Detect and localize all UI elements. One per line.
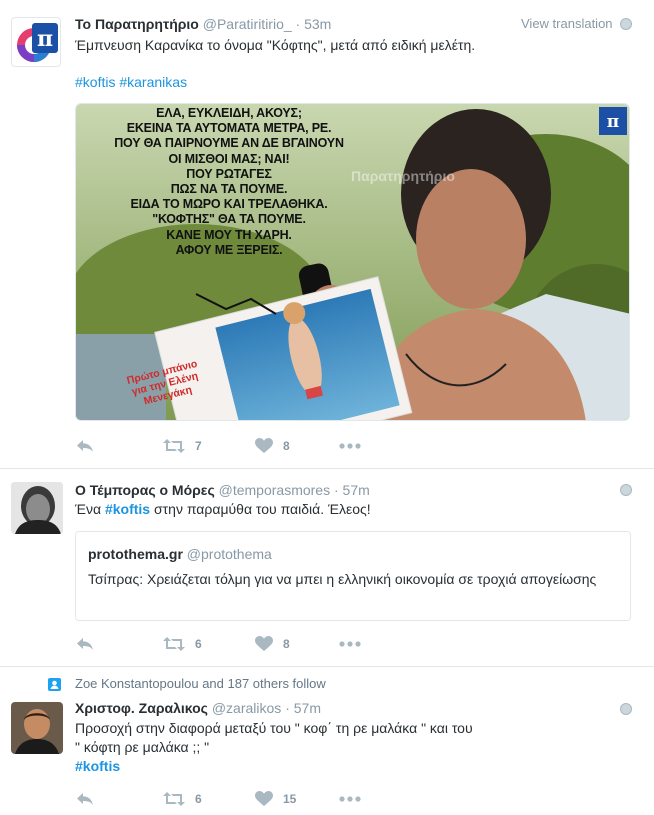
tweet-timestamp[interactable]: 57m bbox=[294, 700, 321, 716]
hashtag-link[interactable]: #karanikas bbox=[119, 74, 187, 90]
hashtag-link[interactable]: #koftis bbox=[75, 74, 115, 90]
meme-caption-line: ΕΚΕΙΝΑ ΤΑ ΑΥΤΟΜΑΤΑ ΜΕΤΡΑ, ΡΕ. bbox=[126, 121, 332, 136]
retweet-icon bbox=[163, 439, 185, 453]
follow-context-icon bbox=[48, 678, 61, 691]
paratiritirio-logo-icon: π bbox=[17, 23, 58, 62]
like-button[interactable]: 8 bbox=[255, 435, 290, 457]
more-button[interactable] bbox=[339, 435, 361, 457]
retweet-button[interactable]: 6 bbox=[163, 788, 202, 810]
follow-context-text[interactable]: Zoe Konstantopoulou and 187 others follo… bbox=[75, 676, 326, 691]
tweet-media-image[interactable]: π ΕΛΑ, ΕΥΚΛΕΙΔΗ, ΑΚΟΥΣ; ΕΚΕΙΝΑ ΤΑ ΑΥΤΟΜΑ… bbox=[75, 103, 630, 421]
reply-button[interactable] bbox=[75, 788, 95, 810]
meme-caption-line: ΕΛΑ, ΕΥΚΛΕΙΔΗ, ΑΚΟΥΣ; bbox=[156, 106, 302, 120]
heart-icon bbox=[255, 438, 273, 453]
author-fullname[interactable]: Χριστοφ. Ζαραλικος bbox=[75, 700, 208, 716]
reply-button[interactable] bbox=[75, 435, 95, 457]
retweet-count: 6 bbox=[195, 792, 202, 806]
like-count: 15 bbox=[283, 792, 297, 806]
retweet-icon bbox=[163, 792, 185, 806]
like-button[interactable]: 8 bbox=[255, 633, 290, 655]
reply-icon bbox=[77, 638, 93, 650]
avatar[interactable] bbox=[11, 702, 63, 754]
hashtag-link[interactable]: #koftis bbox=[105, 501, 150, 517]
globe-icon bbox=[620, 484, 632, 496]
separator-dot: · bbox=[285, 700, 290, 716]
quoted-author-name: protothema.gr bbox=[88, 546, 183, 562]
user-avatar-photo bbox=[11, 482, 63, 534]
meme-caption-line: ΑΦΟΥ ΜΕ ΞΕΡΕΙΣ. bbox=[175, 242, 283, 257]
view-translation-link[interactable]: View translation bbox=[521, 16, 613, 31]
separator-dot: · bbox=[333, 482, 339, 498]
reply-icon bbox=[77, 793, 93, 805]
more-dots-icon bbox=[339, 443, 361, 449]
author-handle[interactable]: @zaralikos bbox=[212, 700, 281, 716]
globe-icon bbox=[620, 18, 632, 30]
avatar[interactable]: π bbox=[11, 17, 61, 67]
heart-icon bbox=[255, 791, 273, 806]
retweet-count: 7 bbox=[195, 439, 202, 453]
tweet-timestamp[interactable]: 53m bbox=[304, 16, 331, 32]
meme-caption-line: ΠΟΥ ΡΩΤΑΓΕΣ bbox=[186, 166, 272, 181]
author-fullname[interactable]: Ο Τέμπορας ο Μόρες bbox=[75, 482, 215, 498]
author-fullname[interactable]: Το Παρατηρητήριο bbox=[75, 16, 199, 32]
separator-dot: · bbox=[295, 16, 301, 32]
meme-caption-line: "ΚΟΦΤΗΣ" ΘΑ ΤΑ ΠΟΥΜΕ. bbox=[152, 212, 306, 227]
retweet-button[interactable]: 6 bbox=[163, 633, 202, 655]
quoted-tweet[interactable]: protothema.gr @protothema Τσίπρας: Χρειά… bbox=[75, 531, 631, 621]
like-count: 8 bbox=[283, 637, 290, 651]
like-button[interactable]: 15 bbox=[255, 788, 296, 810]
user-avatar-photo bbox=[11, 702, 63, 754]
quoted-author-handle: @protothema bbox=[186, 546, 272, 562]
retweet-button[interactable]: 7 bbox=[163, 435, 202, 457]
tweet-text-line: Προσοχή στην διαφορά μεταξύ του " κοφ΄ τ… bbox=[75, 720, 473, 736]
svg-text:π: π bbox=[607, 112, 619, 132]
retweet-icon bbox=[163, 637, 185, 651]
quoted-tweet-text: Τσίπρας: Χρειάζεται τόλμη για να μπει η … bbox=[88, 571, 597, 587]
tweet-1[interactable]: π Το Παρατηρητήριο @Paratiritirio_ · 53m… bbox=[0, 0, 654, 469]
svg-text:π: π bbox=[37, 26, 53, 52]
heart-icon bbox=[255, 636, 273, 651]
more-button[interactable] bbox=[339, 788, 361, 810]
tweet-text-line: " κόφτη ρε μαλάκα ;; " bbox=[75, 739, 210, 755]
meme-caption-line: ΠΩΣ ΝΑ ΤΑ ΠΟΥΜΕ. bbox=[170, 182, 288, 197]
meme-caption-line: ΕΙΔΑ ΤΟ ΜΩΡΟ ΚΑΙ ΤΡΕΛΑΘΗΚΑ. bbox=[130, 197, 328, 212]
media-watermark: Παρατηρητήριο bbox=[351, 168, 455, 184]
author-handle[interactable]: @temporasmores bbox=[219, 482, 330, 498]
tweet-timestamp[interactable]: 57m bbox=[343, 482, 370, 498]
avatar[interactable] bbox=[11, 482, 63, 534]
more-dots-icon bbox=[339, 796, 361, 802]
meme-caption-line: ΚΑΝΕ ΜΟΥ ΤΗ ΧΑΡΗ. bbox=[166, 227, 292, 242]
reply-icon bbox=[77, 440, 93, 452]
like-count: 8 bbox=[283, 439, 290, 453]
more-dots-icon bbox=[339, 641, 361, 647]
more-button[interactable] bbox=[339, 633, 361, 655]
meme-caption-line: ΠΟΥ ΘΑ ΠΑΙΡΝΟΥΜΕ ΑΝ ΔΕ ΒΓΑΙΝΟΥΝ bbox=[114, 136, 344, 151]
tweet-text: Έμπνευση Καρανίκα το όνομα "Κόφτης", μετ… bbox=[75, 37, 476, 53]
tweet-text-part: στην παραμύθα του παιδιά. Έλεος! bbox=[150, 501, 371, 517]
tweet-2[interactable]: Ο Τέμπορας ο Μόρες @temporasmores · 57m … bbox=[0, 469, 654, 667]
reply-button[interactable] bbox=[75, 633, 95, 655]
globe-icon bbox=[620, 703, 632, 715]
tweet-text-part: Ένα bbox=[75, 501, 105, 517]
meme-caption-line: ΟΙ ΜΙΣΘΟΙ ΜΑΣ; ΝΑΙ! bbox=[168, 151, 290, 166]
author-handle[interactable]: @Paratiritirio_ bbox=[203, 16, 292, 32]
hashtag-link[interactable]: #koftis bbox=[75, 758, 120, 774]
retweet-count: 6 bbox=[195, 637, 202, 651]
tweet-3[interactable]: Zoe Konstantopoulou and 187 others follo… bbox=[0, 667, 654, 815]
